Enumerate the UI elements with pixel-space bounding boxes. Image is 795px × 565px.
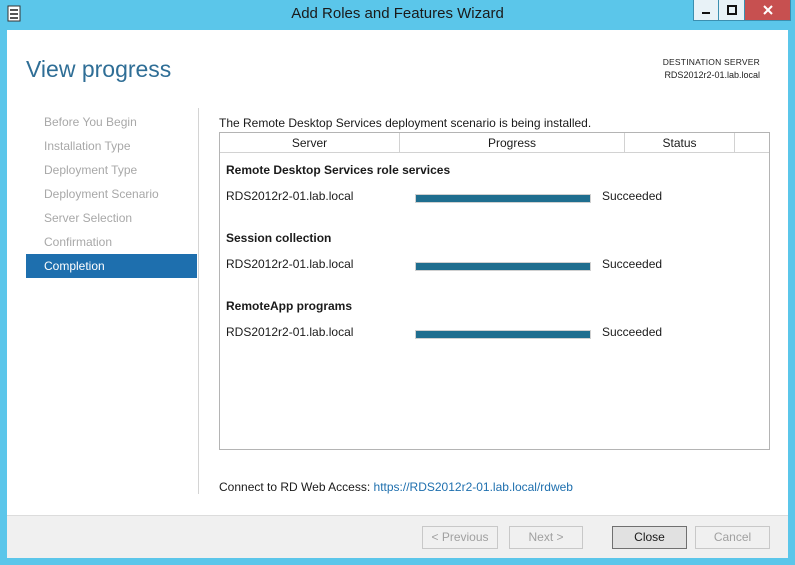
wizard-client-area: View progress DESTINATION SERVER RDS2012… (7, 30, 788, 558)
nav-item-deployment-scenario: Deployment Scenario (44, 187, 159, 201)
maximize-icon (726, 5, 737, 15)
page-title: View progress (26, 56, 172, 82)
nav-item-before-you-begin: Before You Begin (44, 115, 137, 129)
cancel-button[interactable]: Cancel (695, 526, 770, 549)
title-bar: Add Roles and Features Wizard (0, 0, 795, 30)
progress-grid: Server Progress Status Remote Desktop Se… (219, 132, 770, 450)
close-window-button[interactable] (745, 0, 791, 21)
progress-bar (415, 194, 591, 203)
section-role-services: Remote Desktop Services role services RD… (226, 163, 662, 203)
row-server: RDS2012r2-01.lab.local (226, 325, 354, 339)
wizard-steps-nav: Before You Begin Installation Type Deplo… (26, 110, 197, 278)
rd-web-access-link[interactable]: https://RDS2012r2-01.lab.local/rdweb (374, 480, 573, 494)
row-status: Succeeded (602, 189, 663, 203)
progress-fill (416, 195, 590, 202)
next-button[interactable]: Next > (509, 526, 583, 549)
section-title: Remote Desktop Services role services (226, 163, 451, 177)
maximize-button[interactable] (719, 0, 745, 21)
column-header-progress[interactable]: Progress (400, 133, 625, 152)
table-row: RDS2012r2-01.lab.local Succeeded (226, 325, 756, 341)
minimize-button[interactable] (693, 0, 719, 21)
nav-divider (198, 108, 199, 494)
column-header-status[interactable]: Status (625, 133, 735, 152)
table-row: RDS2012r2-01.lab.local Succeeded (226, 257, 756, 273)
window-title: Add Roles and Features Wizard (291, 5, 504, 22)
row-status: Succeeded (602, 257, 663, 271)
row-server: RDS2012r2-01.lab.local (226, 189, 354, 203)
progress-fill (416, 263, 590, 270)
rd-web-access-line: Connect to RD Web Access: https://RDS201… (219, 480, 573, 494)
scenario-status-text: The Remote Desktop Services deployment s… (219, 116, 592, 130)
destination-server-label: DESTINATION SERVER (662, 57, 760, 67)
section-title: Session collection (226, 231, 332, 245)
section-remoteapp-programs: RemoteApp programs RDS2012r2-01.lab.loca… (226, 299, 662, 339)
close-icon (762, 5, 773, 15)
destination-server-info: DESTINATION SERVER RDS2012r2-01.lab.loca… (663, 56, 760, 82)
section-title: RemoteApp programs (226, 299, 353, 313)
window-controls (693, 0, 791, 21)
nav-item-server-selection: Server Selection (44, 211, 133, 225)
previous-button[interactable]: < Previous (422, 526, 498, 549)
column-header-server[interactable]: Server (220, 133, 400, 152)
row-status: Succeeded (602, 325, 663, 339)
nav-item-deployment-type: Deployment Type (44, 163, 138, 177)
close-button[interactable]: Close (612, 526, 687, 549)
table-row: RDS2012r2-01.lab.local Succeeded (226, 189, 756, 205)
progress-fill (416, 331, 590, 338)
row-server: RDS2012r2-01.lab.local (226, 257, 354, 271)
grid-header: Server Progress Status (220, 133, 769, 153)
nav-item-completion[interactable]: Completion (26, 254, 197, 278)
rd-web-access-label: Connect to RD Web Access: (219, 480, 371, 494)
column-header-filler (735, 133, 769, 152)
destination-server-name: RDS2012r2-01.lab.local (664, 70, 760, 80)
minimize-icon (702, 12, 710, 14)
progress-bar (415, 330, 591, 339)
nav-item-installation-type: Installation Type (44, 139, 131, 153)
window-bottom-frame (0, 558, 795, 565)
section-session-collection: Session collection RDS2012r2-01.lab.loca… (226, 231, 662, 271)
main-content: The Remote Desktop Services deployment s… (219, 116, 771, 450)
progress-bar (415, 262, 591, 271)
nav-item-confirmation: Confirmation (44, 235, 113, 249)
wizard-footer: < Previous Next > Close Cancel (7, 515, 788, 558)
